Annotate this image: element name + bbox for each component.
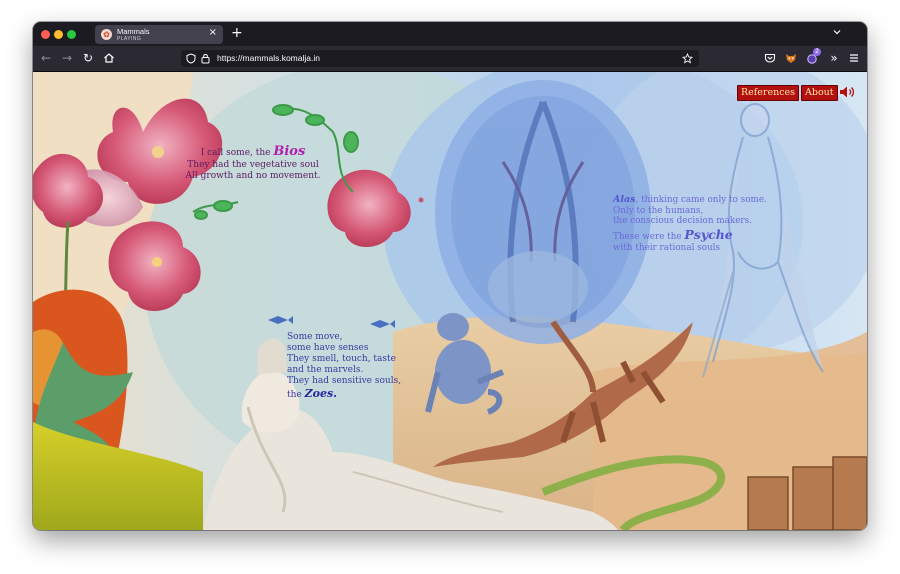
- pocket-icon[interactable]: [763, 51, 777, 65]
- collage-artwork: [33, 72, 867, 530]
- address-bar[interactable]: https://mammals.komalja.in: [181, 50, 699, 67]
- url-text[interactable]: https://mammals.komalja.in: [217, 53, 320, 63]
- extension-badge: 2: [813, 48, 821, 56]
- poem-psyche-line-2: Only to the humans,: [613, 205, 704, 216]
- poem-psyche-alas: Alas: [613, 194, 636, 205]
- poem-bios-line-3: All growth and no movement.: [185, 170, 321, 181]
- about-button[interactable]: About: [801, 85, 838, 101]
- tab-strip: ✿ Mammals PLAYING × +: [33, 22, 867, 46]
- poem-psyche-line-4-text: These were the: [613, 232, 685, 243]
- poem-zoes-line-6-text: the: [287, 389, 305, 400]
- page-content: I call some, the Bios They had the veget…: [33, 72, 867, 530]
- poem-zoes-line-5: They had sensitive souls,: [287, 375, 402, 386]
- poem-psyche-line-1-text: , thinking came only to some.: [635, 195, 767, 205]
- tab-playing-label: PLAYING: [117, 36, 142, 42]
- tab-mammals[interactable]: ✿ Mammals PLAYING ×: [95, 25, 223, 44]
- poem-psyche-highlight: Psyche: [684, 227, 733, 243]
- tab-title: Mammals: [117, 27, 150, 36]
- poem-bios-line-2: They had the vegetative soul: [187, 159, 319, 170]
- poem-bios-highlight: Bios: [273, 144, 306, 159]
- poem-zoes-highlight: Zoes.: [304, 386, 337, 400]
- home-icon[interactable]: [102, 51, 116, 65]
- poem-zoes-line-1: Some move,: [287, 332, 343, 342]
- poem-psyche: Alas, thinking came only to some. Only t…: [613, 194, 783, 254]
- poem-zoes-line-2: some have senses: [287, 342, 369, 353]
- back-arrow-icon[interactable]: ←: [39, 51, 53, 65]
- navigation-toolbar: ← → ↻ https://mammals.komalja.in 2 »: [33, 46, 867, 72]
- close-window-button[interactable]: [41, 30, 50, 39]
- zoom-window-button[interactable]: [67, 30, 76, 39]
- forward-arrow-icon[interactable]: →: [60, 51, 74, 65]
- references-button[interactable]: References: [737, 85, 800, 101]
- poem-zoes-line-3: They smell, touch, taste: [287, 353, 396, 364]
- browser-window: ✿ Mammals PLAYING × + ← → ↻ https://mamm…: [33, 22, 867, 530]
- poem-bios-line-1-text: I call some, the: [200, 148, 274, 158]
- overflow-chevron-icon[interactable]: »: [827, 51, 841, 65]
- tab-favicon-icon: ✿: [101, 29, 112, 40]
- minimize-window-button[interactable]: [54, 30, 63, 39]
- speaker-icon[interactable]: [839, 85, 855, 99]
- poem-psyche-line-5: with their rational souls: [613, 242, 720, 253]
- chevron-down-icon[interactable]: [833, 28, 841, 36]
- reload-icon[interactable]: ↻: [81, 51, 95, 65]
- poem-bios: I call some, the Bios They had the veget…: [173, 144, 333, 182]
- poem-zoes-line-4: and the marvels.: [287, 364, 364, 375]
- poem-zoes: Some move, some have senses They smell, …: [287, 332, 427, 401]
- star-icon[interactable]: [682, 53, 693, 64]
- lock-icon[interactable]: [201, 53, 210, 64]
- tab-close-button[interactable]: ×: [209, 27, 217, 38]
- shield-icon[interactable]: [186, 53, 196, 64]
- fox-extension-icon[interactable]: [784, 51, 798, 65]
- new-tab-button[interactable]: +: [231, 25, 243, 41]
- poem-psyche-line-3: the conscious decision makers.: [613, 216, 752, 227]
- menu-icon[interactable]: [847, 51, 861, 65]
